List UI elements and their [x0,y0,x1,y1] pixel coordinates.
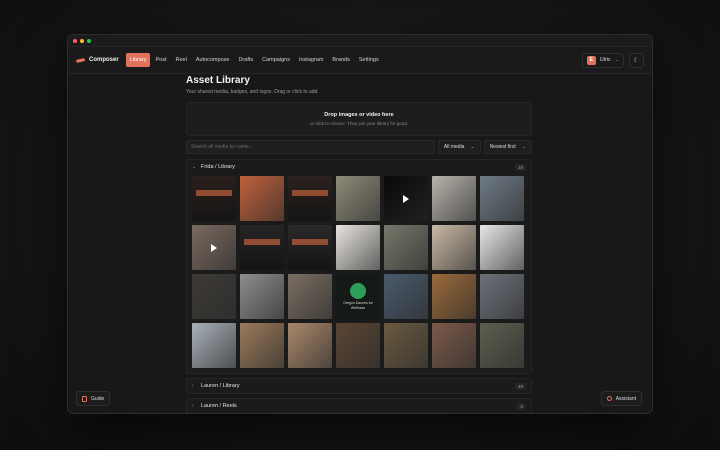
media-thumbnail[interactable] [480,274,524,319]
media-thumbnail[interactable] [192,323,236,368]
nav-item-settings[interactable]: Settings [355,53,383,67]
nav-item-reel[interactable]: Reel [172,53,191,67]
nav-item-campaigns[interactable]: Campaigns [258,53,294,67]
media-thumbnail[interactable] [240,176,284,221]
group-count-badge: 48 [514,382,526,390]
media-thumbnail[interactable] [480,323,524,368]
media-thumbnail[interactable] [432,225,476,270]
media-thumbnail[interactable] [240,225,284,270]
chevron-down-icon: ⌄ [192,164,197,170]
media-group: › Lauren / Reels 8 [186,398,532,413]
video-thumbnail[interactable] [384,176,428,221]
chevron-down-icon: ⌄ [521,144,526,150]
media-thumbnail[interactable] [288,274,332,319]
group-name: Lauren / Library [201,383,240,389]
leaf-icon [350,283,366,300]
minimize-window-icon[interactable] [80,38,84,43]
filter-bar: All media ⌄ Newest first ⌄ [186,140,532,154]
media-grid: Oregon Dances for Wellness [187,174,531,373]
sort-value: Newest first [489,144,516,150]
moon-icon: ☾ [633,57,640,64]
nav-item-drafts[interactable]: Drafts [234,53,257,67]
group-count-badge: 8 [517,402,526,410]
dropzone-subtitle: or click to choose. They join your libra… [310,121,408,126]
media-thumbnail[interactable] [192,274,236,319]
screenshot-preview [244,239,280,245]
group-header-lauren-reels[interactable]: › Lauren / Reels 8 [187,399,531,413]
page-subtitle: Your shared media, badges, and logos. Dr… [186,89,319,95]
brand-logo-icon [75,57,86,63]
chevron-right-icon: › [192,403,194,409]
maximize-window-icon[interactable] [87,38,91,43]
media-thumbnail[interactable] [336,323,380,368]
media-thumbnail[interactable] [336,176,380,221]
window-titlebar [68,35,652,47]
brand-name: Composer [89,57,119,63]
top-nav: Composer Library Post Reel Autocompose D… [68,47,652,74]
book-icon [82,395,87,402]
group-count-badge: 28 [514,163,526,171]
theme-toggle-button[interactable]: ☾ [629,52,644,68]
media-type-value: All media [443,144,465,150]
avatar: E [586,55,596,65]
assistant-button[interactable]: Assistant [600,391,642,406]
sparkle-icon [606,396,612,401]
group-header-frida-library[interactable]: ⌄ Frida / Library 28 [187,160,531,174]
video-thumbnail[interactable] [192,225,236,270]
group-name: Frida / Library [201,164,235,170]
media-thumbnail[interactable] [432,176,476,221]
nav-item-post[interactable]: Post [151,53,170,67]
chevron-down-icon: ⌄ [470,144,475,150]
screenshot-preview [292,239,328,245]
play-icon [211,243,217,252]
media-thumbnail[interactable] [288,323,332,368]
media-thumbnail[interactable]: Oregon Dances for Wellness [336,274,380,319]
nav-item-library[interactable]: Library [125,53,151,67]
user-name: Ulric [599,57,611,63]
nav-item-autocompose[interactable]: Autocompose [192,53,234,67]
media-thumbnail[interactable] [240,274,284,319]
upload-dropzone[interactable]: Drop images or video here or click to ch… [186,102,532,136]
close-window-icon[interactable] [73,38,77,43]
screenshot-preview [292,190,328,196]
assistant-label: Assistant [615,395,636,402]
play-icon [403,194,409,203]
media-thumbnail[interactable] [384,323,428,368]
page-title: Asset Library [186,75,250,86]
media-thumbnail[interactable] [384,225,428,270]
guide-button[interactable]: Guide [76,391,111,406]
media-thumbnail[interactable] [432,323,476,368]
media-thumbnail[interactable] [480,176,524,221]
screenshot-preview [196,190,232,196]
media-thumbnail[interactable] [432,274,476,319]
chevron-down-icon: ⌄ [614,57,619,63]
media-group: › Lauren / Library 48 [186,378,532,394]
media-thumbnail[interactable] [240,323,284,368]
app-window: Composer Library Post Reel Autocompose D… [67,34,653,414]
media-thumbnail[interactable] [336,225,380,270]
group-header-lauren-library[interactable]: › Lauren / Library 48 [187,379,531,393]
media-thumbnail[interactable] [288,176,332,221]
brand[interactable]: Composer [75,57,119,63]
media-thumbnail[interactable] [288,225,332,270]
group-name: Lauren / Reels [201,403,237,409]
badge-label: Oregon Dances for Wellness [343,301,373,310]
search-input[interactable] [186,140,435,154]
nav-item-instagram[interactable]: Instagram [295,53,327,67]
nav-item-brands[interactable]: Brands [328,53,353,67]
chevron-right-icon: › [192,383,194,389]
main-content: Asset Library Your shared media, badges,… [186,75,532,413]
dropzone-title: Drop images or video here [324,112,394,118]
guide-label: Guide [91,395,105,402]
sort-select[interactable]: Newest first ⌄ [483,140,532,154]
media-thumbnail[interactable] [192,176,236,221]
media-type-select[interactable]: All media ⌄ [437,140,481,154]
user-menu[interactable]: E Ulric ⌄ [581,52,624,68]
media-thumbnail[interactable] [384,274,428,319]
media-group: ⌄ Frida / Library 28 Oregon Dances for W… [186,159,532,374]
media-thumbnail[interactable] [480,225,524,270]
